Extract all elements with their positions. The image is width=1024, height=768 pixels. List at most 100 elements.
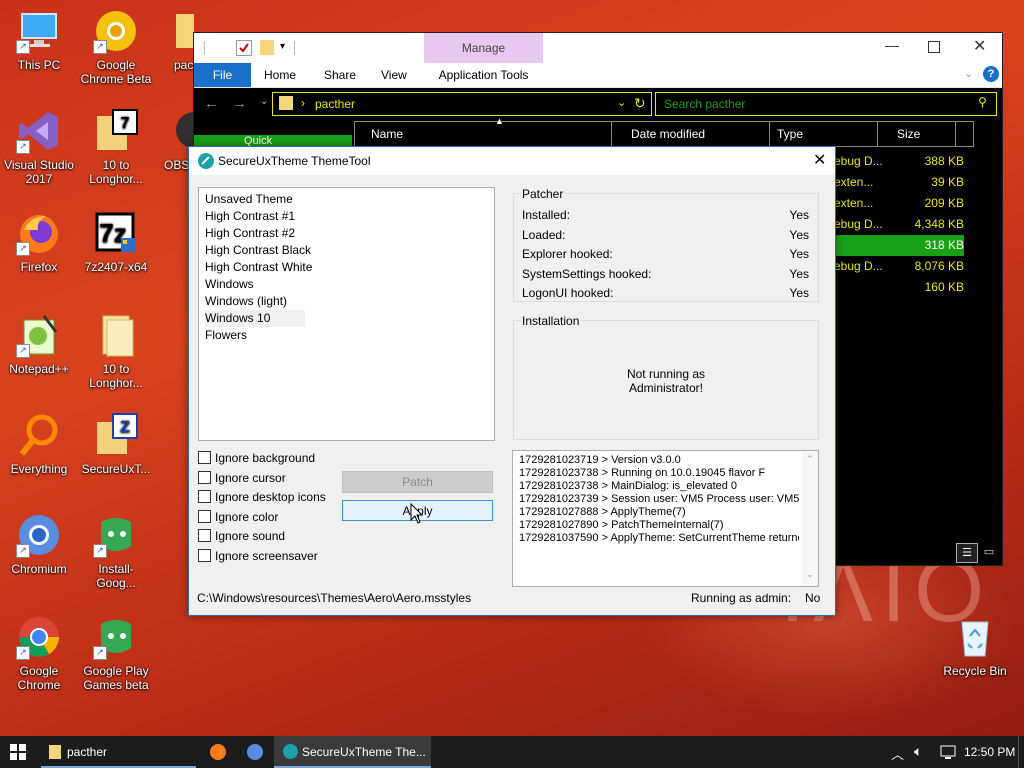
table-row[interactable]: exten... 39 KB bbox=[834, 172, 964, 193]
list-item[interactable]: High Contrast #2 bbox=[205, 225, 485, 242]
help-icon[interactable]: ? bbox=[983, 66, 999, 82]
tab-share[interactable]: Share bbox=[324, 68, 356, 82]
ignore-color-checkbox[interactable]: Ignore color bbox=[198, 510, 278, 526]
column-date-modified[interactable]: Date modified bbox=[631, 127, 705, 141]
search-input-placeholder[interactable]: Search pacther bbox=[664, 97, 745, 111]
table-row-selected[interactable]: 318 KB bbox=[834, 235, 964, 256]
column-type[interactable]: Type bbox=[777, 127, 803, 141]
list-item[interactable]: High Contrast #1 bbox=[205, 208, 485, 225]
search-icon[interactable]: ⚲ bbox=[978, 95, 987, 109]
list-item[interactable]: Flowers bbox=[205, 327, 485, 344]
details-view-icon[interactable]: ☰ bbox=[956, 543, 978, 563]
desktop-icon-secureuxtheme[interactable]: Z SecureUxT... bbox=[79, 412, 153, 476]
ribbon-expand-icon[interactable]: ⌄ bbox=[964, 67, 973, 80]
column-size[interactable]: Size bbox=[897, 127, 920, 141]
address-bar[interactable]: › pacther ⌄ ↻ bbox=[272, 92, 652, 116]
chromium-icon[interactable] bbox=[247, 744, 263, 760]
svg-text:7: 7 bbox=[121, 115, 130, 132]
manage-tab-header[interactable]: Manage bbox=[424, 33, 543, 63]
list-item[interactable]: Windows (light) bbox=[205, 293, 485, 310]
tab-home[interactable]: Home bbox=[264, 68, 296, 82]
desktop-icon-this-pc[interactable]: ↗ This PC bbox=[2, 8, 76, 72]
close-button[interactable]: ✕ bbox=[813, 150, 826, 170]
table-row[interactable]: ebug D... 8,076 KB bbox=[834, 256, 964, 277]
tab-file[interactable]: File bbox=[194, 63, 251, 87]
start-windows-icon[interactable] bbox=[10, 744, 26, 763]
tab-view[interactable]: View bbox=[381, 68, 407, 82]
desktop-icon-google-play-games-beta[interactable]: ↗ Google Play Games beta bbox=[79, 614, 153, 692]
desktop-icon-firefox[interactable]: ↗ Firefox bbox=[2, 210, 76, 274]
maximize-button[interactable] bbox=[928, 41, 940, 53]
large-icons-view-icon[interactable]: ▭ bbox=[980, 543, 998, 561]
speaker-muted-icon[interactable]: 🔈︎ bbox=[914, 743, 922, 760]
list-item[interactable]: Unsaved Theme bbox=[205, 191, 485, 208]
close-button[interactable]: ✕ bbox=[973, 36, 986, 56]
recent-locations-icon[interactable]: ⌄ bbox=[260, 96, 268, 107]
desktop-icon-label: Recycle Bin bbox=[943, 664, 1007, 678]
minimize-button[interactable]: — bbox=[885, 37, 899, 53]
list-item-selected[interactable]: Windows 10 bbox=[205, 310, 305, 327]
checkbox-box[interactable] bbox=[198, 510, 211, 523]
desktop-icon-visual-studio[interactable]: ↗ Visual Studio 2017 bbox=[2, 108, 76, 186]
firefox-icon[interactable] bbox=[210, 744, 226, 760]
show-desktop-button[interactable] bbox=[1018, 736, 1024, 768]
properties-icon[interactable] bbox=[236, 40, 252, 56]
checkbox-box[interactable] bbox=[198, 549, 211, 562]
column-divider[interactable] bbox=[877, 122, 878, 146]
show-hidden-icons-chevron-icon[interactable]: ︿ bbox=[891, 744, 904, 763]
column-divider[interactable] bbox=[955, 122, 956, 146]
column-name[interactable]: Name bbox=[371, 127, 403, 141]
checkbox-label: Ignore screensaver bbox=[215, 549, 318, 563]
checkbox-box[interactable] bbox=[198, 451, 211, 464]
table-row[interactable]: 160 KB bbox=[834, 277, 964, 298]
network-icon[interactable] bbox=[940, 744, 956, 763]
taskbar-item-explorer[interactable]: pacther bbox=[41, 736, 196, 768]
checkbox-box[interactable] bbox=[198, 490, 211, 503]
refresh-icon[interactable]: ↻ bbox=[634, 95, 646, 112]
ignore-desktop-icons-checkbox[interactable]: Ignore desktop icons bbox=[198, 490, 326, 506]
log-scrollbar[interactable]: ⌃ ⌄ bbox=[802, 451, 818, 586]
desktop-icon-google-chrome[interactable]: ↗ Google Chrome bbox=[2, 614, 76, 692]
table-row[interactable]: exten... 209 KB bbox=[834, 193, 964, 214]
scroll-down-icon[interactable]: ⌄ bbox=[806, 569, 814, 580]
desktop-icon-10-to-longhorn[interactable]: 7 10 to Longhor... bbox=[79, 108, 153, 186]
table-row[interactable]: ebug D... 4,348 KB bbox=[834, 214, 964, 235]
table-row[interactable]: ebug D... 388 KB bbox=[834, 151, 964, 172]
column-divider[interactable] bbox=[611, 122, 612, 146]
patch-button[interactable]: Patch bbox=[342, 471, 493, 493]
desktop-icon-10-to-longhorn-folder[interactable]: 10 to Longhor... bbox=[79, 312, 153, 390]
search-box[interactable]: Search pacther ⚲ bbox=[655, 92, 997, 116]
desktop-icon-install-google-play[interactable]: ↗ Install-Goog... bbox=[79, 512, 153, 590]
checkbox-box[interactable] bbox=[198, 529, 211, 542]
desktop-icon-recycle-bin[interactable]: Recycle Bin bbox=[938, 614, 1012, 678]
chevron-down-icon[interactable]: ▾ bbox=[280, 41, 285, 52]
status-key: Explorer hooked: bbox=[522, 247, 613, 261]
scroll-up-icon[interactable]: ⌃ bbox=[806, 454, 814, 465]
list-item[interactable]: High Contrast White bbox=[205, 259, 485, 276]
ignore-sound-checkbox[interactable]: Ignore sound bbox=[198, 529, 285, 545]
address-dropdown-icon[interactable]: ⌄ bbox=[617, 96, 626, 109]
desktop-icon-chromium[interactable]: ↗ Chromium bbox=[2, 512, 76, 576]
log-output[interactable]: 1729281023719 > Version v3.0.0 172928102… bbox=[512, 450, 819, 587]
ignore-cursor-checkbox[interactable]: Ignore cursor bbox=[198, 471, 286, 487]
taskbar-item-secureuxtheme[interactable]: SecureUxTheme The... bbox=[274, 736, 431, 768]
ignore-screensaver-checkbox[interactable]: Ignore screensaver bbox=[198, 549, 318, 565]
forward-arrow-icon[interactable]: → bbox=[232, 95, 247, 112]
desktop-icon-chrome-beta[interactable]: ↗ Google Chrome Beta bbox=[79, 8, 153, 86]
desktop-icon-7z2407[interactable]: 7z 7z2407-x64 bbox=[79, 210, 153, 274]
list-item[interactable]: High Contrast Black bbox=[205, 242, 485, 259]
theme-list[interactable]: Unsaved Theme High Contrast #1 High Cont… bbox=[198, 187, 495, 441]
list-item[interactable]: Windows bbox=[205, 276, 485, 293]
new-folder-icon[interactable] bbox=[260, 40, 274, 55]
desktop-icon-notepadpp[interactable]: ↗ Notepad++ bbox=[2, 312, 76, 376]
desktop-icon-everything[interactable]: Everything bbox=[2, 412, 76, 476]
ignore-background-checkbox[interactable]: Ignore background bbox=[198, 451, 315, 467]
log-line: 1729281023738 > MainDialog: is_elevated … bbox=[519, 480, 738, 492]
checkbox-box[interactable] bbox=[198, 471, 211, 484]
back-arrow-icon[interactable]: ← bbox=[204, 95, 219, 112]
column-divider[interactable] bbox=[769, 122, 770, 146]
tab-application-tools[interactable]: Application Tools bbox=[424, 63, 543, 87]
desktop-icon-pacther[interactable]: pac bbox=[158, 8, 194, 72]
file-size: 8,076 KB bbox=[914, 259, 964, 273]
clock[interactable]: 12:50 PM bbox=[964, 736, 1015, 768]
